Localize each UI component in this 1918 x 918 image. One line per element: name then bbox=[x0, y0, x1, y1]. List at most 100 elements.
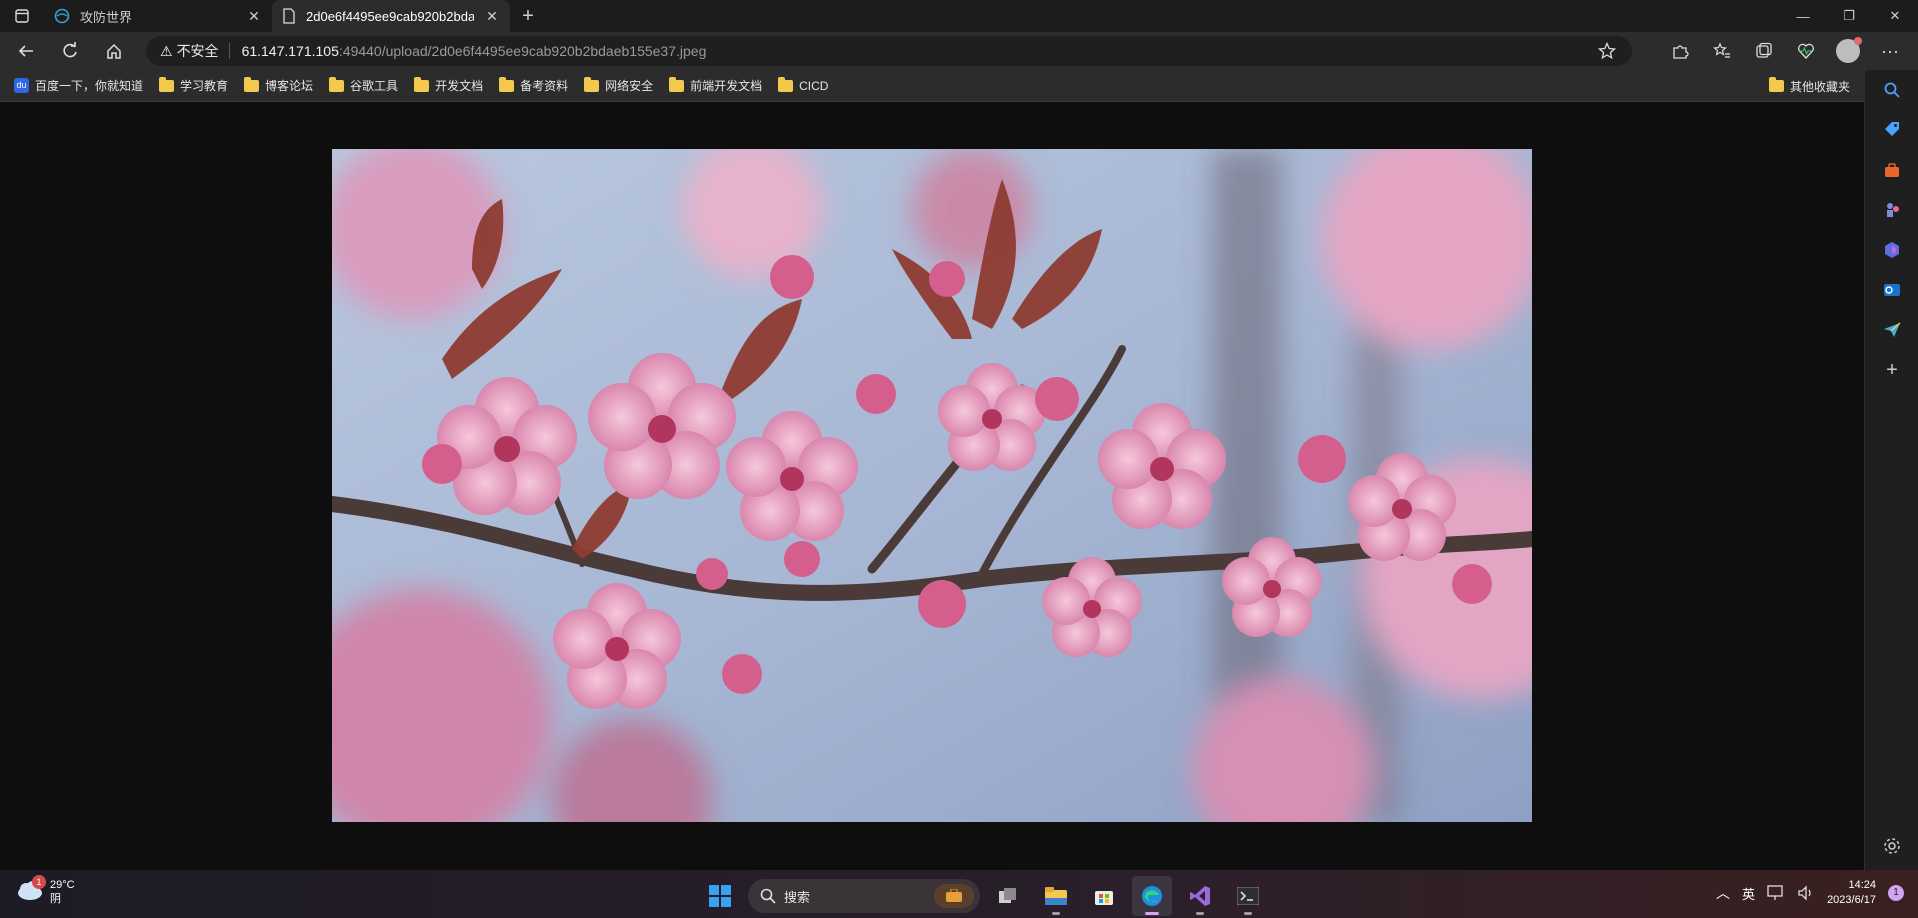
office-icon bbox=[1885, 242, 1899, 258]
close-icon[interactable]: ✕ bbox=[246, 8, 262, 25]
plus-icon: + bbox=[1886, 358, 1898, 381]
weather-widget[interactable]: 1 29°C 阴 bbox=[16, 874, 75, 906]
bookmark-label: 前端开发文档 bbox=[690, 79, 763, 93]
gear-icon bbox=[1884, 838, 1900, 854]
ime-indicator[interactable]: 英 bbox=[1742, 884, 1755, 903]
performance-button[interactable] bbox=[1788, 35, 1824, 67]
tab-actions-icon bbox=[15, 9, 29, 23]
home-button[interactable] bbox=[96, 35, 132, 67]
bookmark-folder[interactable]: 备考资料 bbox=[491, 74, 576, 98]
time: 14:24 bbox=[1848, 879, 1876, 891]
profile-button[interactable] bbox=[1830, 35, 1866, 67]
network-icon[interactable] bbox=[1767, 885, 1785, 901]
sidebar-games-button[interactable] bbox=[1865, 190, 1918, 230]
baidu-icon: du bbox=[14, 78, 29, 93]
running-indicator bbox=[1052, 912, 1060, 915]
bookmark-folder[interactable]: 开发文档 bbox=[406, 74, 491, 98]
toolbox-icon bbox=[1885, 163, 1899, 177]
task-view-icon bbox=[999, 888, 1016, 903]
sidebar-drop-button[interactable] bbox=[1865, 310, 1918, 350]
refresh-button[interactable] bbox=[52, 35, 88, 67]
edge-sidebar: + bbox=[1864, 70, 1918, 870]
store-button[interactable] bbox=[1084, 876, 1124, 916]
sidebar-settings-button[interactable] bbox=[1865, 826, 1918, 866]
heart-pulse-icon bbox=[1798, 43, 1814, 59]
sidebar-search-button[interactable] bbox=[1865, 70, 1918, 110]
address-bar[interactable]: ⚠ 不安全 61.147.171.105 :49440/upload/2d0e6… bbox=[146, 36, 1632, 66]
minimize-button[interactable]: — bbox=[1780, 0, 1826, 32]
tab-title: 2d0e6f4495ee9cab920b2bdaeb1 bbox=[306, 8, 474, 24]
bookmark-item[interactable]: du 百度一下，你就知道 bbox=[6, 74, 151, 98]
globe-icon bbox=[54, 8, 70, 24]
cherry-blossom-image[interactable] bbox=[332, 149, 1532, 822]
favorites-button[interactable] bbox=[1704, 35, 1740, 67]
cloud-icon: 1 bbox=[16, 874, 46, 906]
notification-badge[interactable]: 1 bbox=[1888, 885, 1904, 901]
back-button[interactable] bbox=[8, 35, 44, 67]
tab-title: 攻防世界 bbox=[80, 9, 133, 25]
chess-icon bbox=[1887, 203, 1899, 217]
bookmark-folder[interactable]: 前端开发文档 bbox=[661, 74, 770, 98]
file-explorer-button[interactable] bbox=[1036, 876, 1076, 916]
weather-temperature: 29°C bbox=[50, 879, 75, 891]
bookmark-label: 开发文档 bbox=[435, 79, 484, 93]
bookmark-folder[interactable]: 博客论坛 bbox=[236, 74, 321, 98]
favorites-list-icon bbox=[1713, 42, 1730, 58]
url-host: 61.147.171.105 bbox=[241, 43, 339, 59]
bookmark-folder[interactable]: 网络安全 bbox=[576, 74, 661, 98]
search-label: 搜索 bbox=[784, 889, 811, 905]
edge-button[interactable] bbox=[1132, 876, 1172, 916]
visual-studio-button[interactable] bbox=[1180, 876, 1220, 916]
file-icon bbox=[283, 8, 295, 24]
date: 2023/6/17 bbox=[1827, 894, 1876, 906]
collections-button[interactable] bbox=[1746, 35, 1782, 67]
sidebar-outlook-button[interactable] bbox=[1865, 270, 1918, 310]
bookmark-folder[interactable]: 谷歌工具 bbox=[321, 74, 406, 98]
bookmark-label: 谷歌工具 bbox=[350, 79, 399, 93]
folder-icon bbox=[329, 76, 345, 92]
start-button[interactable] bbox=[700, 876, 740, 916]
weather-badge: 1 bbox=[32, 874, 46, 889]
clock[interactable]: 14:24 2023/6/17 bbox=[1827, 878, 1876, 908]
search-highlight-icon bbox=[934, 884, 974, 908]
url-path: :49440/upload/2d0e6f4495ee9cab920b2bdaeb… bbox=[338, 43, 707, 59]
outlook-icon bbox=[1884, 284, 1900, 296]
tab-2[interactable]: 2d0e6f4495ee9cab920b2bdaeb1 ✕ bbox=[272, 0, 510, 32]
sidebar-add-button[interactable]: + bbox=[1865, 350, 1918, 390]
close-icon[interactable]: ✕ bbox=[484, 8, 500, 25]
send-icon bbox=[1884, 322, 1901, 337]
task-view-button[interactable] bbox=[988, 876, 1028, 916]
bookmark-folder[interactable]: CICD bbox=[770, 74, 836, 98]
folder-icon bbox=[1768, 77, 1784, 92]
terminal-button[interactable] bbox=[1228, 876, 1268, 916]
bookmarks-bar: du 百度一下，你就知道 学习教育 博客论坛 谷歌工具 开发文档 备考资料 网络安… bbox=[0, 70, 1918, 102]
other-bookmarks-folder[interactable]: 其他收藏夹 bbox=[1761, 74, 1858, 98]
extensions-button[interactable] bbox=[1662, 35, 1698, 67]
folder-icon bbox=[244, 76, 260, 92]
close-window-button[interactable]: ✕ bbox=[1872, 0, 1918, 32]
folder-icon bbox=[584, 76, 600, 92]
new-tab-button[interactable]: + bbox=[510, 0, 546, 32]
warning-icon[interactable]: ⚠ bbox=[160, 43, 173, 60]
taskbar-search[interactable]: 搜索 bbox=[748, 879, 980, 913]
restore-button[interactable]: ❐ bbox=[1826, 0, 1872, 32]
window-controls: — ❐ ✕ bbox=[1780, 0, 1918, 32]
bookmark-label: 百度一下，你就知道 bbox=[35, 79, 144, 93]
sidebar-office-button[interactable] bbox=[1865, 230, 1918, 270]
bookmark-folder[interactable]: 学习教育 bbox=[151, 74, 236, 98]
tab-1[interactable]: 攻防世界 ✕ bbox=[44, 0, 272, 32]
tab-actions-button[interactable] bbox=[0, 0, 44, 32]
more-menu-button[interactable]: ··· bbox=[1872, 35, 1908, 67]
sidebar-tools-button[interactable] bbox=[1865, 150, 1918, 190]
refresh-icon bbox=[63, 42, 77, 58]
bookmark-label: CICD bbox=[799, 78, 829, 93]
search-icon bbox=[1884, 82, 1900, 98]
windows-taskbar: 1 29°C 阴 搜索 ︿ 英 14:24 2023/6/17 1 bbox=[0, 870, 1918, 918]
sidebar-shopping-button[interactable] bbox=[1865, 110, 1918, 150]
security-status[interactable]: 不安全 bbox=[177, 41, 219, 61]
volume-icon[interactable] bbox=[1797, 885, 1815, 901]
folder-icon bbox=[669, 76, 685, 92]
chevron-up-icon[interactable]: ︿ bbox=[1716, 883, 1730, 903]
taskbar-center: 搜索 bbox=[700, 876, 1268, 916]
favorite-star-icon[interactable] bbox=[1597, 41, 1617, 63]
